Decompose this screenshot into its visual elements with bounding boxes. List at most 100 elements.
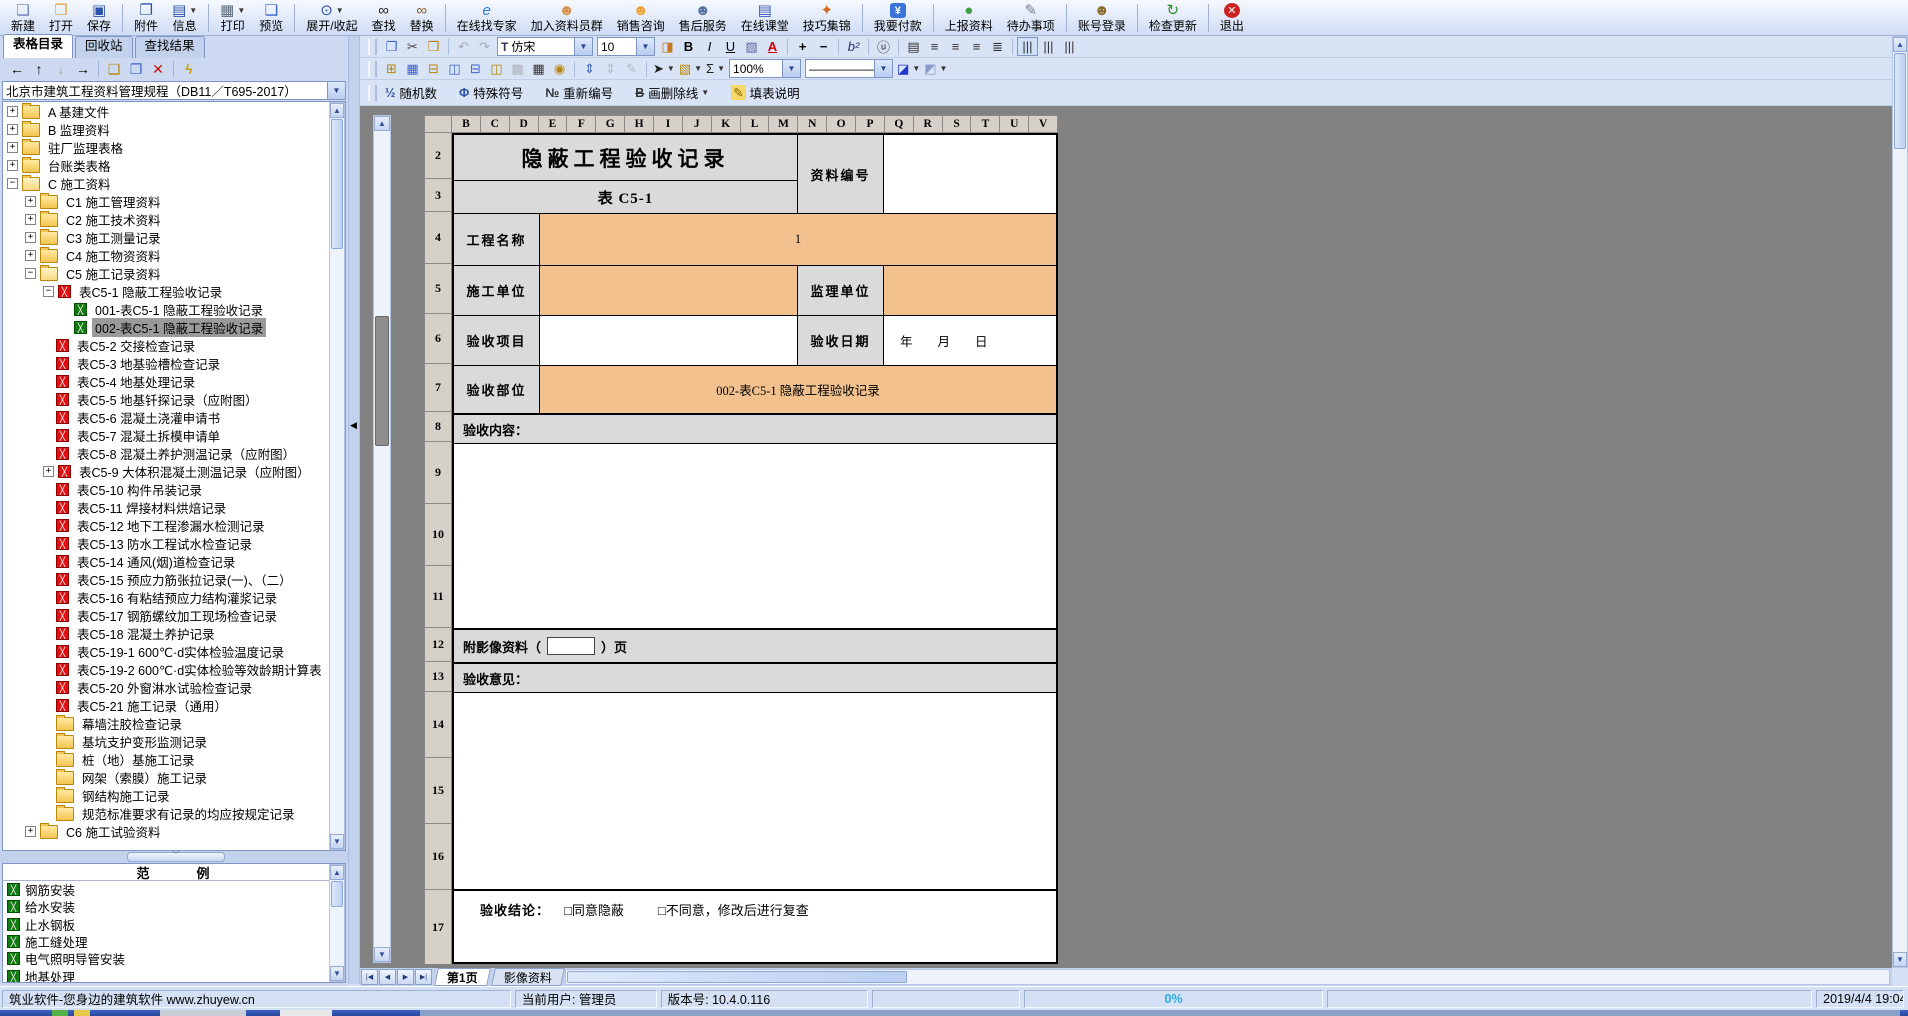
paste-icon[interactable]: ❒ [423, 37, 444, 56]
column-header[interactable]: V [1029, 115, 1058, 133]
example-item[interactable]: ╳止水钢板 [3, 916, 345, 933]
info-button[interactable]: ▤▼信息 [165, 1, 204, 35]
tree-item[interactable]: ╳表C5-16 有粘结预应力结构灌浆记录 [3, 588, 345, 606]
conclusion-checkbox-agree[interactable]: □同意隐蔽 [564, 900, 624, 919]
tree-item[interactable]: +台账类表格 [3, 156, 345, 174]
formula-sum-dropdown[interactable]: Σ▼ [704, 59, 727, 78]
format-painter-icon[interactable]: ◨ [657, 37, 678, 56]
scroll-down-icon[interactable]: ▼ [330, 966, 344, 981]
tree-item[interactable]: ╳表C5-21 施工记录（通用） [3, 696, 345, 714]
column-header[interactable]: K [712, 115, 741, 133]
tree-item[interactable]: +B 监理资料 [3, 120, 345, 138]
nav-back-icon[interactable]: ← [6, 59, 28, 79]
todo-button[interactable]: ✎待办事项 [1000, 1, 1062, 35]
align-justify-icon[interactable]: ▤ [903, 37, 924, 56]
scrollbar-thumb[interactable] [1894, 53, 1906, 149]
line-style-combo[interactable]: ――――――▼ [805, 59, 893, 78]
window-scrollbar[interactable]: ▲ ▼ [1892, 36, 1908, 968]
column-header[interactable]: P [856, 115, 885, 133]
content-area-cell[interactable] [454, 444, 1056, 629]
sheet-nav-icon[interactable]: |◀ [361, 969, 378, 985]
row-header[interactable]: 17 [424, 890, 452, 964]
supervisor-cell[interactable] [884, 266, 1056, 316]
vertical-text-icon[interactable]: ||| [1017, 37, 1038, 56]
open-button[interactable]: ❒打开 [42, 1, 80, 35]
column-header[interactable]: M [769, 115, 798, 133]
expand-toggle-icon[interactable]: − [25, 268, 36, 279]
split-cell-horizontal-icon[interactable]: ◫ [486, 59, 507, 78]
join-group-button[interactable]: ☻加入资料员群 [524, 1, 610, 35]
expand-toggle-icon[interactable]: + [25, 214, 36, 225]
row-header[interactable]: 5 [424, 264, 452, 314]
column-header[interactable]: O [827, 115, 856, 133]
tree-item[interactable]: −C5 施工记录资料 [3, 264, 345, 282]
tree-item[interactable]: ╳表C5-12 地下工程渗漏水检测记录 [3, 516, 345, 534]
row-header[interactable]: 6 [424, 314, 452, 364]
sheet-nav-icon[interactable]: ▶ [397, 969, 414, 985]
column-header[interactable]: N [798, 115, 827, 133]
row-header[interactable]: 2 [424, 133, 452, 179]
font-size-combo[interactable]: 10▼ [597, 37, 655, 56]
sheet-corner-cell[interactable] [424, 115, 452, 133]
sheet-tab[interactable]: 影像资料 [491, 968, 565, 986]
tree-item[interactable]: +驻厂监理表格 [3, 138, 345, 156]
chevron-down-icon[interactable]: ▼ [782, 60, 800, 77]
tree-item[interactable]: 钢结构施工记录 [3, 786, 345, 804]
exit-button[interactable]: ✕退出 [1213, 1, 1251, 35]
support-button[interactable]: ☻售后服务 [672, 1, 734, 35]
fill-color-dropdown[interactable]: ◩▼ [922, 59, 949, 78]
align-center-icon[interactable]: ≡ [945, 37, 966, 56]
random-number-button[interactable]: ½随机数 [381, 83, 441, 103]
insert-cells-icon[interactable]: ⊞ [381, 59, 402, 78]
expand-toggle-icon[interactable]: + [25, 196, 36, 207]
enclosed-char-icon[interactable]: ⓤ [873, 37, 894, 56]
column-header[interactable]: U [1000, 115, 1029, 133]
contractor-cell[interactable] [540, 266, 798, 316]
chevron-down-icon[interactable]: ▼ [574, 38, 592, 55]
chevron-down-icon[interactable]: ▼ [636, 38, 654, 55]
delete-form-icon[interactable]: ✕ [147, 59, 169, 79]
expand-toggle-icon[interactable]: + [43, 466, 54, 477]
tree-item[interactable]: ╳表C5-17 钢筋螺纹加工现场检查记录 [3, 606, 345, 624]
delete-cells-icon[interactable]: ⊟ [423, 59, 444, 78]
fill-help-button[interactable]: ✎填表说明 [727, 83, 804, 103]
row-header[interactable]: 16 [424, 824, 452, 890]
horizontal-splitter[interactable]: ﹀ [0, 851, 348, 863]
column-header[interactable]: I [654, 115, 683, 133]
sidebar-tab-active[interactable]: 表格目录 [3, 34, 73, 58]
chevron-down-icon[interactable]: ▼ [327, 82, 345, 99]
tree-item[interactable]: +╳表C5-9 大体积混凝土测温记录（应附图） [3, 462, 345, 480]
tree-item[interactable]: ╳表C5-6 混凝土浇灌申请书 [3, 408, 345, 426]
account-login-button[interactable]: ☻账号登录 [1071, 1, 1133, 35]
tips-button[interactable]: ✦技巧集锦 [796, 1, 858, 35]
tree-item[interactable]: +C6 施工试验资料 [3, 822, 345, 840]
nav-forward-icon[interactable]: → [72, 59, 94, 79]
acceptance-date-cell[interactable]: 年 月 日 [884, 316, 1056, 366]
zoom-combo[interactable]: 100%▼ [729, 59, 801, 78]
vertical-text-2-icon[interactable]: ||| [1038, 37, 1059, 56]
row-header[interactable]: 8 [424, 412, 452, 442]
sheet-tab[interactable]: 第1页 [434, 968, 491, 986]
scroll-up-icon[interactable]: ▲ [330, 865, 344, 880]
tree-item[interactable]: ╳表C5-11 焊接材料烘焙记录 [3, 498, 345, 516]
tree-item[interactable]: 桩（地）基施工记录 [3, 750, 345, 768]
shading-icon[interactable]: ▨ [741, 37, 762, 56]
lock-cell-icon[interactable]: ◉ [549, 59, 570, 78]
tree-item[interactable]: ╳表C5-18 混凝土养护记录 [3, 624, 345, 642]
tree-item[interactable]: ╳表C5-19-2 600℃·d实体检验等效龄期计算表 [3, 660, 345, 678]
tree-item[interactable]: ╳表C5-4 地基处理记录 [3, 372, 345, 390]
tree-item[interactable]: ╳002-表C5-1 隐蔽工程验收记录 [3, 318, 345, 336]
scroll-down-icon[interactable]: ▼ [374, 947, 390, 962]
tree-item[interactable]: −╳表C5-1 隐蔽工程验收记录 [3, 282, 345, 300]
row-header[interactable]: 10 [424, 504, 452, 566]
column-header[interactable]: Q [885, 115, 914, 133]
doc-no-cell[interactable] [884, 135, 1056, 214]
expand-toggle-icon[interactable]: − [43, 286, 54, 297]
align-right-icon[interactable]: ≡ [966, 37, 987, 56]
horizontal-scrollbar[interactable] [565, 969, 1890, 985]
borders-icon[interactable]: ▦ [528, 59, 549, 78]
classroom-button[interactable]: ▤在线课堂 [734, 1, 796, 35]
column-header[interactable]: L [741, 115, 770, 133]
tree-item[interactable]: −C 施工资料 [3, 174, 345, 192]
scrollbar-thumb[interactable] [331, 881, 343, 907]
